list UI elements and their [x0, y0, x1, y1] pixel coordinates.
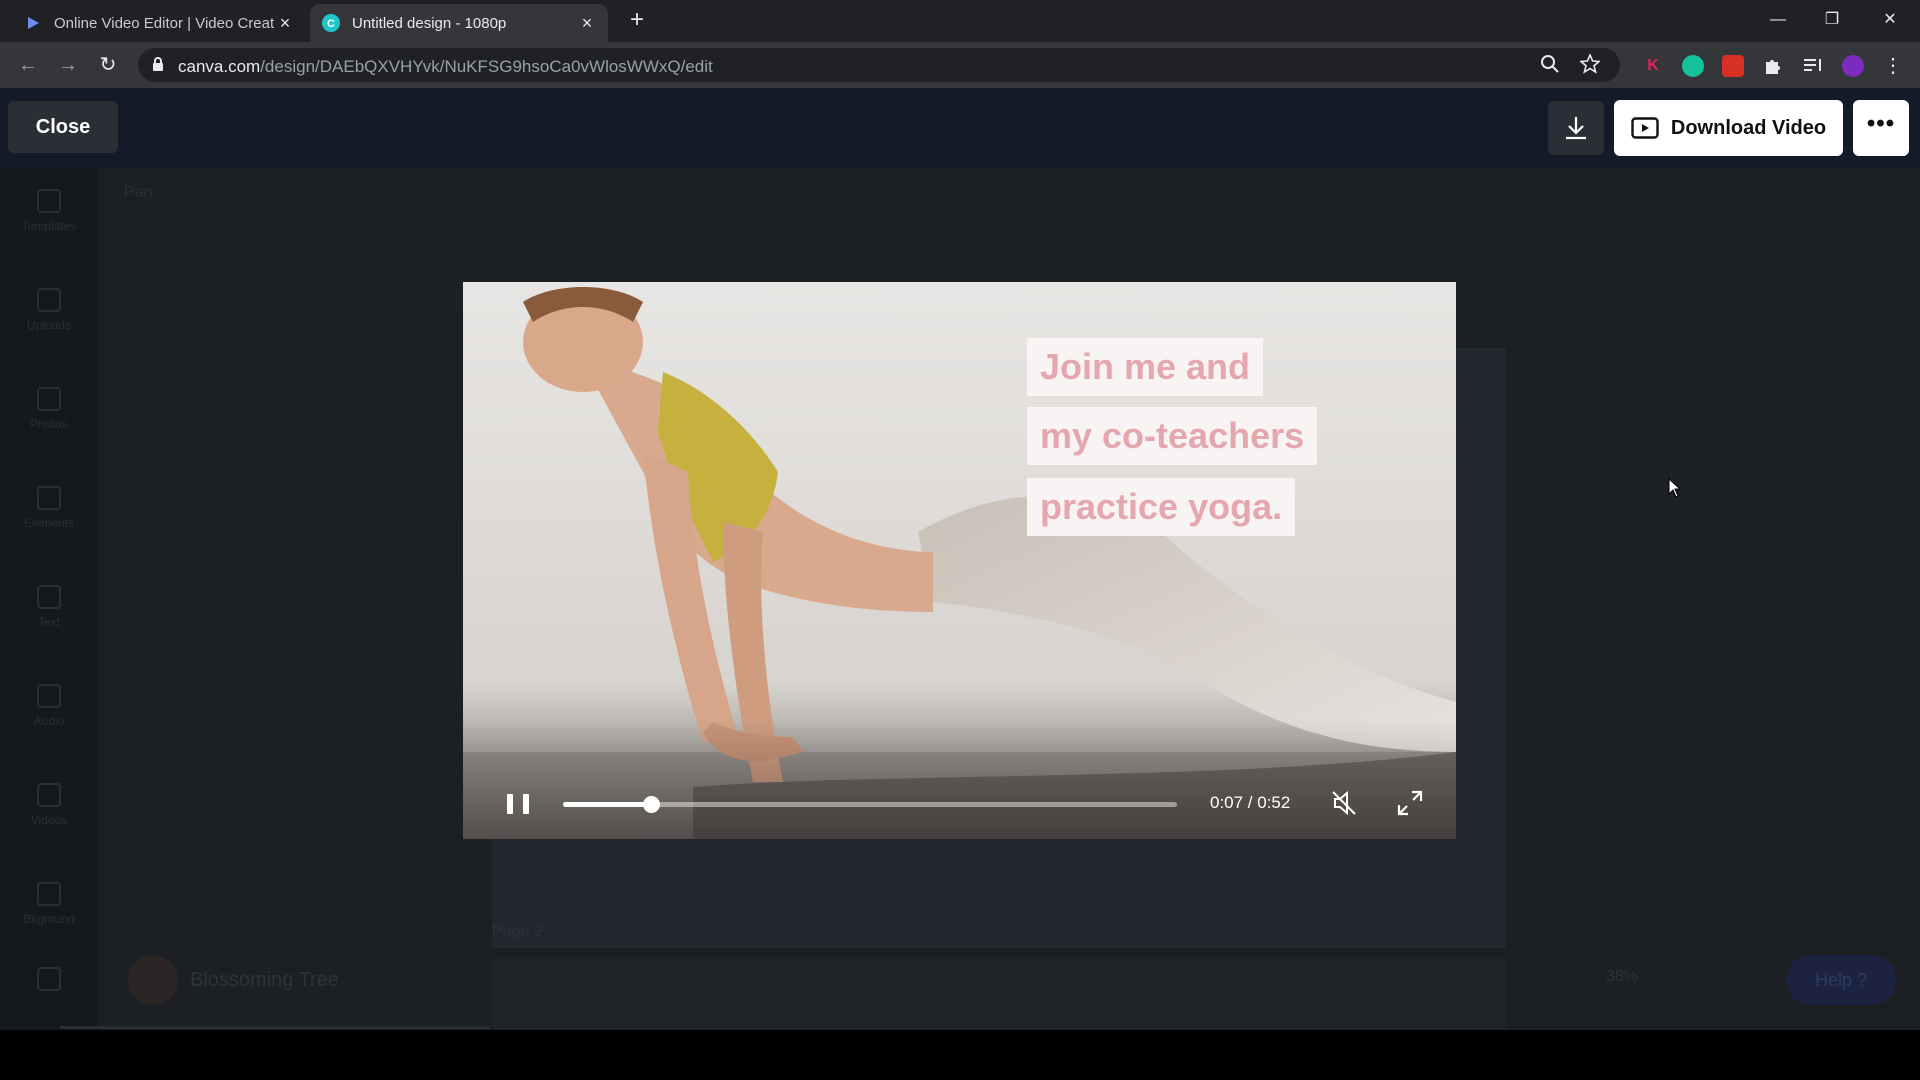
caption-line-1: Join me and	[1027, 338, 1264, 396]
elements-icon	[37, 486, 61, 510]
browser-menu-icon[interactable]: ⋮	[1882, 55, 1904, 77]
url-path: /design/DAEbQXVHYvk/NuKFSG9hsoCa0vWlosWW…	[260, 57, 713, 76]
music-track-name: Blossoming Tree	[190, 968, 339, 991]
music-icon	[37, 684, 61, 708]
url-domain: canva.com	[178, 57, 261, 76]
sidebar-item-audio[interactable]: Audio	[0, 684, 98, 744]
background-icon	[37, 882, 61, 906]
close-button[interactable]: Close	[8, 101, 118, 153]
reload-icon[interactable]: ↻	[94, 51, 122, 79]
music-track[interactable]: Blossoming Tree	[128, 955, 339, 1005]
caption-line-3: practice yoga.	[1027, 478, 1296, 536]
tab-title: Online Video Editor | Video Creat	[54, 14, 275, 32]
photo-icon	[37, 387, 61, 411]
mouse-cursor-icon	[1668, 478, 1682, 498]
minimize-icon[interactable]: —	[1758, 6, 1798, 34]
url-text: canva.com/design/DAEbQXVHYvk/NuKFSG9hsoC…	[178, 57, 713, 77]
pause-button[interactable]	[507, 794, 529, 816]
folder-icon	[37, 967, 61, 991]
progress-bar[interactable]	[563, 796, 1177, 813]
horizontal-scrollbar[interactable]	[60, 1026, 490, 1029]
screen: Online Video Editor | Video Creat × C Un…	[0, 0, 1920, 1080]
new-tab-button[interactable]: +	[624, 8, 650, 34]
window-close-icon[interactable]: ✕	[1870, 6, 1910, 34]
progress-handle[interactable]	[642, 796, 660, 813]
progress-fill	[563, 802, 651, 807]
lock-icon	[152, 56, 164, 77]
extensions-puzzle-icon[interactable]	[1762, 55, 1784, 77]
sidebar-item-photos[interactable]: Photos	[0, 387, 98, 447]
controls-overlay	[463, 719, 1456, 839]
canva-video-favicon-icon	[24, 14, 42, 32]
editor-sidebar: Templates Uploads Photos Elements Text A…	[0, 167, 98, 1030]
video-icon	[1631, 117, 1659, 139]
sidebar-item-elements[interactable]: Elements	[0, 486, 98, 546]
help-button[interactable]: Help ?	[1786, 955, 1896, 1005]
page-2-label: Page 2	[492, 923, 543, 940]
media-queue-icon[interactable]	[1802, 55, 1824, 77]
download-video-button[interactable]: Download Video	[1614, 100, 1843, 156]
tab-title: Untitled design - 1080p	[352, 14, 507, 32]
sidebar-item-text[interactable]: Text	[0, 585, 98, 645]
forward-icon[interactable]: →	[54, 51, 82, 79]
zoom-icon[interactable]	[1540, 54, 1562, 76]
design-page-2	[492, 958, 1506, 1030]
sidebar-item-videos[interactable]: Videos	[0, 783, 98, 843]
upload-icon	[37, 288, 61, 312]
tab-online-video-editor[interactable]: Online Video Editor | Video Creat ×	[12, 4, 306, 42]
sidebar-item-folders[interactable]	[0, 967, 98, 1027]
pan-tool[interactable]: Pan	[124, 184, 152, 202]
extension-red-icon[interactable]	[1722, 55, 1744, 77]
sidebar-item-uploads[interactable]: Uploads	[0, 288, 98, 348]
video-player[interactable]: Join me and my co-teachers practice yoga…	[463, 282, 1456, 839]
sidebar-item-templates[interactable]: Templates	[0, 189, 98, 249]
sidebar-item-background[interactable]: Bkground	[0, 882, 98, 942]
grammarly-icon[interactable]	[1682, 55, 1704, 77]
editor-topbar: Close Download Video •••	[0, 88, 1920, 167]
pause-icon-bar	[507, 794, 513, 814]
canva-favicon-icon: C	[322, 14, 340, 32]
tab-untitled-design[interactable]: C Untitled design - 1080p ×	[310, 4, 608, 42]
restore-icon[interactable]: ❐	[1812, 6, 1852, 34]
fullscreen-icon[interactable]	[1395, 788, 1425, 818]
browser-tabstrip: Online Video Editor | Video Creat × C Un…	[0, 0, 1920, 42]
templates-icon	[37, 189, 61, 213]
bookmark-star-icon[interactable]	[1578, 52, 1602, 76]
text-icon	[37, 585, 61, 609]
mute-icon[interactable]	[1329, 788, 1359, 818]
more-options-button[interactable]: •••	[1853, 100, 1909, 156]
tab-close-icon[interactable]: ×	[578, 14, 596, 32]
browser-toolbar: ← → ↻ canva.com/design/DAEbQXVHYvk/NuKFS…	[0, 42, 1920, 88]
profile-avatar[interactable]	[1842, 55, 1864, 77]
zoom-level[interactable]: 38%	[1606, 968, 1638, 986]
video-icon	[37, 783, 61, 807]
pause-icon-bar	[523, 794, 529, 814]
svg-text:C: C	[327, 18, 335, 30]
download-button[interactable]	[1548, 101, 1604, 155]
download-video-label: Download Video	[1670, 116, 1827, 139]
address-bar[interactable]: canva.com/design/DAEbQXVHYvk/NuKFSG9hsoC…	[138, 48, 1620, 82]
tab-close-icon[interactable]: ×	[276, 14, 294, 32]
time-display: 0:07 / 0:52	[1210, 793, 1291, 812]
back-icon[interactable]: ←	[14, 51, 42, 79]
caption-line-2: my co-teachers	[1027, 407, 1318, 465]
download-icon	[1566, 117, 1586, 140]
track-avatar	[128, 955, 178, 1005]
extension-k-icon[interactable]: K	[1642, 55, 1664, 77]
